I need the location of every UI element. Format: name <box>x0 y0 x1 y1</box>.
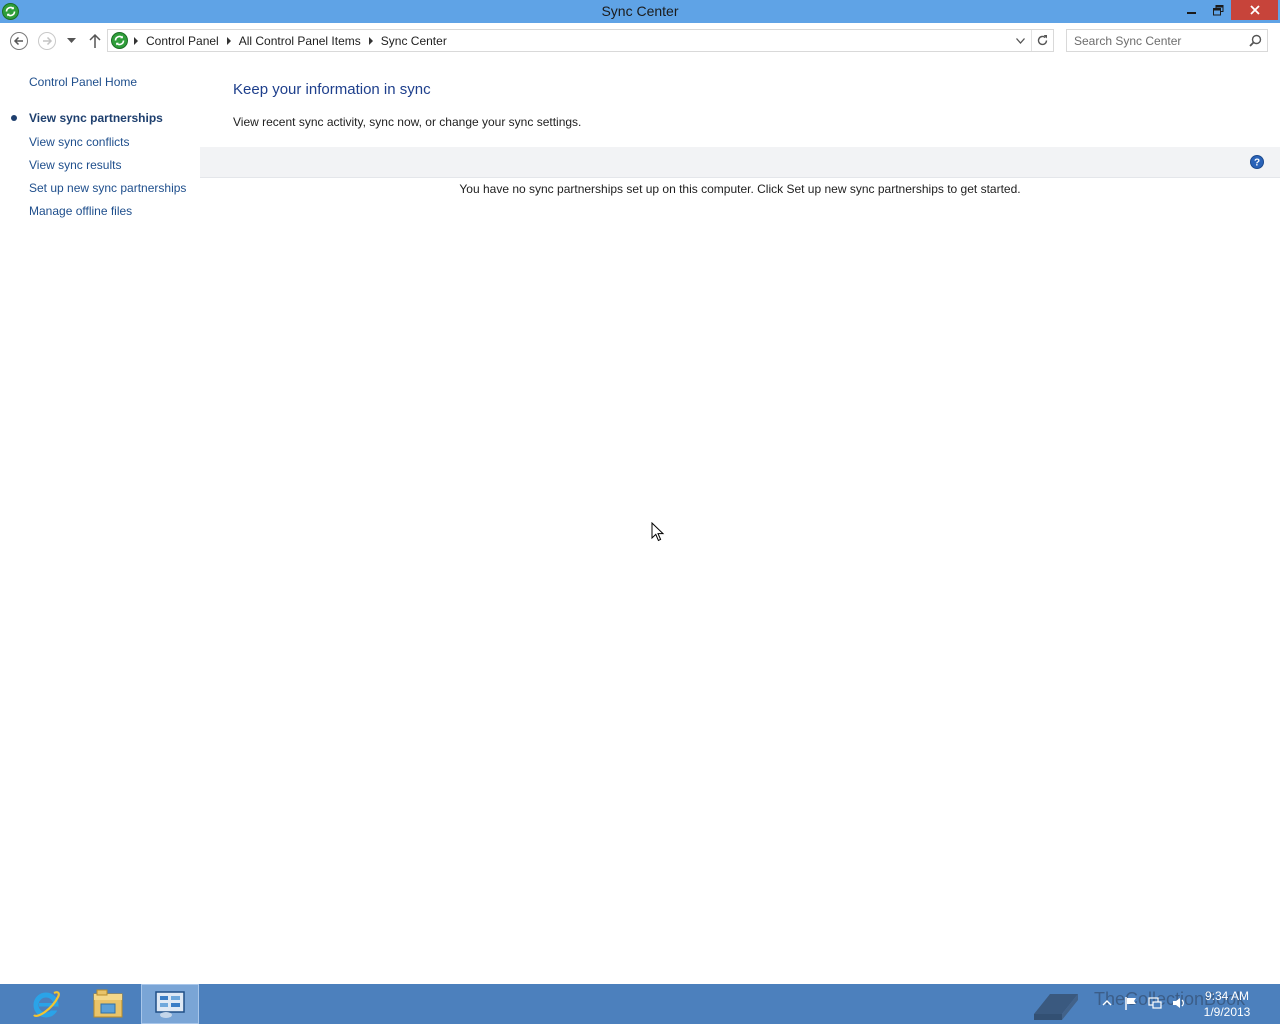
breadcrumb: Control Panel All Control Panel Items Sy… <box>132 30 447 51</box>
chevron-down-icon <box>1015 37 1025 44</box>
search-input[interactable] <box>1067 30 1243 51</box>
minimize-icon <box>1186 12 1196 14</box>
forward-button[interactable] <box>37 31 57 51</box>
breadcrumb-separator[interactable] <box>368 36 373 45</box>
navigation-bar: Control Panel All Control Panel Items Sy… <box>0 28 1280 54</box>
taskbar <box>0 984 1280 1024</box>
manage-offline-files-link[interactable]: Manage offline files <box>29 204 132 218</box>
up-arrow-icon <box>89 33 101 48</box>
taskbar-clock[interactable]: 9:34 AM 1/9/2013 <box>1196 988 1258 1020</box>
clock-date: 1/9/2013 <box>1203 1005 1251 1019</box>
page-description: View recent sync activity, sync now, or … <box>233 115 582 129</box>
volume-icon[interactable] <box>1172 996 1186 1010</box>
network-icon[interactable] <box>1148 996 1162 1010</box>
breadcrumb-sync-center[interactable]: Sync Center <box>381 34 447 48</box>
back-arrow-icon <box>10 32 28 50</box>
clock-time: 9:34 AM <box>1204 989 1250 1003</box>
taskbar-internet-explorer[interactable] <box>17 984 75 1024</box>
breadcrumb-separator[interactable] <box>134 36 138 45</box>
recent-locations-button[interactable] <box>64 31 78 51</box>
svg-text:?: ? <box>1254 158 1260 169</box>
taskbar-control-panel[interactable] <box>141 984 199 1024</box>
sync-center-window: Sync Center Control Panel All Control Pa… <box>0 0 1280 984</box>
help-icon[interactable]: ? <box>1250 155 1264 169</box>
internet-explorer-icon <box>33 991 60 1018</box>
file-explorer-icon <box>93 989 123 1018</box>
chevron-down-icon <box>66 38 76 43</box>
breadcrumb-control-panel[interactable]: Control Panel <box>146 34 219 48</box>
view-sync-results-link[interactable]: View sync results <box>29 158 121 172</box>
title-bar[interactable]: Sync Center <box>0 0 1280 23</box>
mouse-cursor-icon <box>651 522 665 542</box>
minimize-button[interactable] <box>1178 0 1205 20</box>
forward-arrow-icon <box>38 32 56 50</box>
address-history-button[interactable] <box>1011 30 1029 51</box>
view-sync-partnerships-link[interactable]: View sync partnerships <box>29 111 163 125</box>
taskbar-file-explorer[interactable] <box>79 984 137 1024</box>
sync-center-icon <box>111 32 128 49</box>
control-panel-home-link[interactable]: Control Panel Home <box>29 75 137 89</box>
window-title: Sync Center <box>601 3 679 19</box>
breadcrumb-separator[interactable] <box>226 36 231 45</box>
close-button[interactable] <box>1231 0 1278 20</box>
page-title: Keep your information in sync <box>233 81 431 98</box>
breadcrumb-all-control-panel-items[interactable]: All Control Panel Items <box>239 34 361 48</box>
command-bar: ? <box>200 147 1280 178</box>
view-sync-conflicts-link[interactable]: View sync conflicts <box>29 135 129 149</box>
search-icon[interactable] <box>1249 34 1262 47</box>
empty-state-message: You have no sync partnerships set up on … <box>459 182 1021 196</box>
address-bar[interactable]: Control Panel All Control Panel Items Sy… <box>107 29 1054 52</box>
refresh-button[interactable] <box>1031 30 1053 51</box>
active-item-bullet <box>11 115 17 121</box>
restore-icon <box>1212 4 1223 15</box>
action-center-flag-icon[interactable] <box>1124 996 1138 1010</box>
set-up-new-sync-partnerships-link[interactable]: Set up new sync partnerships <box>29 181 186 195</box>
search-box[interactable] <box>1066 29 1268 52</box>
up-button[interactable] <box>85 31 105 51</box>
book-watermark-icon <box>1034 994 1078 1020</box>
refresh-icon <box>1037 35 1048 46</box>
control-panel-icon <box>155 991 185 1018</box>
back-button[interactable] <box>9 31 29 51</box>
restore-button[interactable] <box>1205 0 1231 20</box>
show-hidden-icons-icon[interactable] <box>1100 996 1114 1010</box>
close-icon <box>1249 5 1260 15</box>
